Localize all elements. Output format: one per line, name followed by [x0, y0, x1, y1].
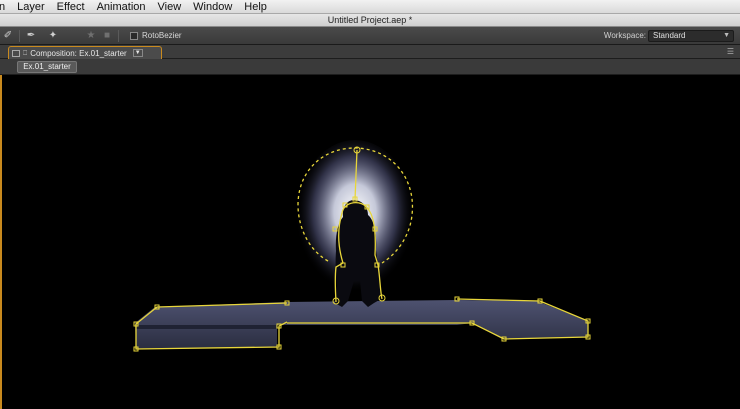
menu-item-effect[interactable]: Effect — [51, 0, 91, 14]
menu-bar: n Layer Effect Animation View Window Hel… — [0, 0, 740, 14]
menu-item-edition[interactable]: n — [0, 0, 11, 14]
toolbar-divider — [19, 29, 20, 42]
toolbar-divider — [118, 29, 119, 42]
rotobezier-checkbox[interactable] — [130, 31, 138, 40]
tab-composition-label: Composition: Ex.01_starter — [30, 48, 127, 58]
chevron-down-icon: ▼ — [723, 32, 730, 39]
workspace-select[interactable]: Standard ▼ — [648, 30, 734, 42]
lock-icon[interactable]: ⎕ — [23, 48, 27, 59]
platform — [135, 300, 588, 349]
menu-item-help[interactable]: Help — [238, 0, 273, 14]
brush-icon[interactable]: ✒ — [23, 29, 39, 43]
menu-item-view[interactable]: View — [152, 0, 188, 14]
workspace-label: Workspace: — [603, 31, 646, 40]
rotobezier-label: RotoBezier — [142, 31, 182, 40]
chevron-down-icon[interactable]: ▼ — [132, 49, 143, 57]
tools-panel: ✐ ✒ ✦ ★ ■ RotoBezier Workspace: Standard… — [0, 27, 740, 45]
window-title: Untitled Project.aep * — [0, 14, 740, 27]
platform-edge — [136, 325, 276, 329]
star-icon[interactable]: ★ — [83, 29, 99, 43]
close-icon[interactable] — [12, 49, 20, 57]
composition-nav-bar: Ex.01_starter — [0, 59, 740, 75]
composition-viewer[interactable] — [0, 75, 740, 409]
menu-item-animation[interactable]: Animation — [91, 0, 152, 14]
pen-icon[interactable]: ✐ — [0, 29, 16, 43]
workspace-value: Standard — [653, 31, 686, 40]
puppet-icon[interactable]: ✦ — [45, 29, 61, 43]
panel-tab-bar: ⎕ Composition: Ex.01_starter ▼ ☰ — [0, 45, 740, 59]
composition-flowchart-button[interactable]: Ex.01_starter — [17, 61, 77, 73]
tab-composition[interactable]: ⎕ Composition: Ex.01_starter ▼ — [8, 46, 162, 59]
panel-menu-icon[interactable]: ☰ — [727, 47, 734, 56]
square-icon[interactable]: ■ — [99, 29, 115, 43]
menu-item-window[interactable]: Window — [187, 0, 238, 14]
composition-canvas — [133, 140, 591, 352]
menu-item-layer[interactable]: Layer — [11, 0, 51, 14]
